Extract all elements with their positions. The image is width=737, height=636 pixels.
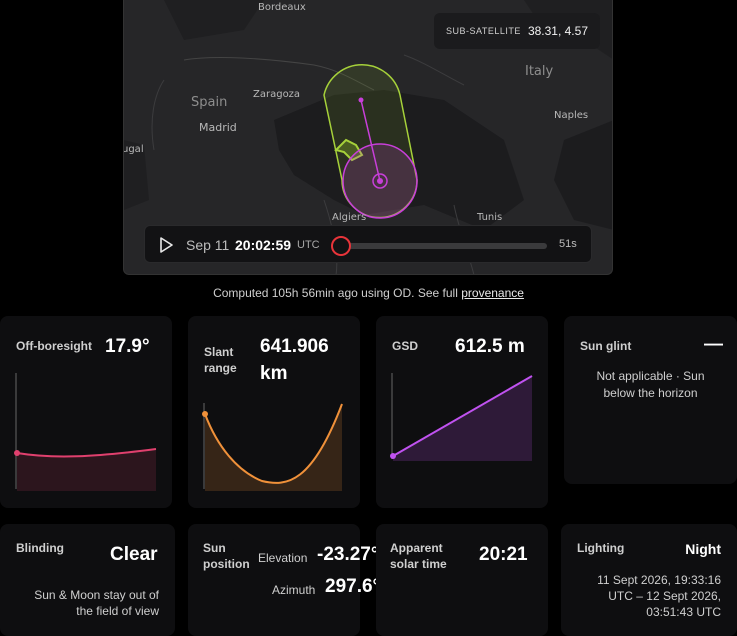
- city-madrid: Madrid: [199, 121, 237, 134]
- card-sun-glint: Sun glint — Not applicable · Sun below t…: [564, 316, 737, 484]
- blinding-note-1: Sun & Moon stay out of: [34, 588, 159, 602]
- computed-text: Computed 105h 56min ago using OD. See fu…: [213, 286, 462, 300]
- elevation-label: Elevation: [258, 551, 308, 565]
- sun-glint-note-1: Not applicable · Sun: [596, 369, 705, 383]
- city-bordeaux: Bordeaux: [258, 2, 306, 13]
- lighting-label: Lighting: [577, 541, 625, 555]
- blinding-label: Blinding: [16, 541, 64, 555]
- slant-range-value: 641.906: [260, 336, 329, 357]
- country-spain: Spain: [191, 95, 228, 110]
- lighting-line-1: 11 Sept 2026, 19:33:16: [597, 573, 721, 587]
- sun-position-label-1: Sun: [203, 541, 226, 555]
- elevation-value: -23.27°: [317, 544, 379, 565]
- apparent-solar-time-value: 20:21: [479, 544, 528, 565]
- apparent-solar-time-label-1: Apparent: [390, 541, 443, 555]
- city-zaragoza: Zaragoza: [253, 89, 301, 100]
- gsd-chart: [390, 373, 533, 461]
- sun-glint-value: —: [704, 334, 723, 355]
- playback-date: Sep 11: [186, 237, 230, 253]
- sub-satellite-readout: SUB-SATELLITE 38.31, 4.57: [434, 13, 600, 49]
- computed-note: Computed 105h 56min ago using OD. See fu…: [0, 286, 737, 300]
- country-italy: Italy: [525, 64, 554, 79]
- city-naples: Naples: [554, 110, 589, 121]
- blinding-value: Clear: [110, 544, 158, 565]
- slant-range-unit: km: [260, 363, 288, 384]
- sub-satellite-value: 38.31, 4.57: [527, 24, 588, 38]
- sub-satellite-label: SUB-SATELLITE: [446, 26, 521, 36]
- track-start-dot: [358, 97, 364, 103]
- blinding-note-2: the field of view: [76, 604, 159, 618]
- gsd-label: GSD: [392, 339, 419, 353]
- azimuth-label: Azimuth: [272, 583, 316, 597]
- azimuth-value: 297.6°: [325, 576, 381, 597]
- card-sun-position: Sun position Elevation -23.27° Azimuth 2…: [188, 524, 380, 636]
- map-view[interactable]: Bordeaux Spain Zaragoza Madrid ugal Ital…: [123, 0, 613, 275]
- city-portugal-partial: ugal: [123, 144, 144, 155]
- playback-timezone: UTC: [297, 239, 320, 251]
- card-gsd: GSD 612.5 m: [376, 316, 548, 508]
- play-icon[interactable]: [159, 237, 173, 253]
- gsd-value: 612.5 m: [455, 336, 525, 357]
- sun-position-label-2: position: [203, 557, 250, 571]
- card-lighting: Lighting Night 11 Sept 2026, 19:33:16 UT…: [561, 524, 737, 636]
- card-blinding: Blinding Clear Sun & Moon stay out of th…: [0, 524, 175, 636]
- playback-scrubber[interactable]: [341, 243, 547, 249]
- lighting-line-2: UTC – 12 Sept 2026,: [608, 589, 721, 603]
- scrubber-handle[interactable]: [331, 236, 351, 256]
- slant-range-label-2: range: [204, 361, 237, 375]
- apparent-solar-time-label-2: solar time: [390, 557, 447, 571]
- sun-glint-label: Sun glint: [580, 339, 632, 353]
- provenance-link[interactable]: provenance: [461, 286, 524, 300]
- lighting-line-3: 03:51:43 UTC: [646, 605, 721, 619]
- card-apparent-solar-time: Apparent solar time 20:21: [376, 524, 548, 636]
- lighting-value: Night: [685, 541, 721, 557]
- off-boresight-label: Off-boresight: [16, 339, 92, 353]
- slant-range-chart: [202, 403, 343, 491]
- off-boresight-value: 17.9°: [105, 336, 150, 357]
- slant-range-label-1: Slant: [204, 345, 234, 359]
- card-off-boresight: Off-boresight 17.9°: [0, 316, 172, 508]
- card-slant-range: Slant range 641.906 km: [188, 316, 360, 508]
- off-boresight-chart: [14, 373, 157, 491]
- playback-duration: 51s: [559, 238, 577, 250]
- city-algiers: Algiers: [332, 212, 367, 223]
- city-tunis: Tunis: [477, 212, 503, 223]
- sun-glint-note-2: below the horizon: [603, 386, 698, 400]
- playback-time: 20:02:59: [235, 237, 292, 253]
- playback-bar: Sep 11 20:02:59 UTC 51s: [144, 225, 592, 263]
